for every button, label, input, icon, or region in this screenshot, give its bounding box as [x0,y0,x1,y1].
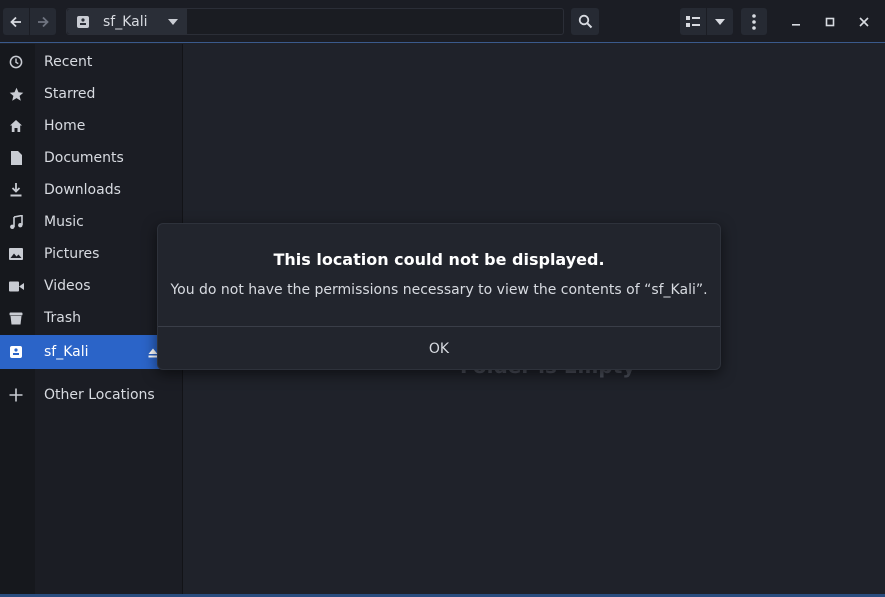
sidebar-item-label: Documents [44,150,124,166]
sidebar-item-label: Videos [44,278,91,294]
arrow-left-icon [10,16,21,27]
sidebar-item-trash[interactable]: Trash [0,302,183,334]
kebab-menu-icon [752,13,756,30]
sidebar-item-downloads[interactable]: Downloads [0,174,183,206]
sidebar-item-recent[interactable]: Recent [0,46,183,78]
clock-icon [8,54,24,70]
close-icon [859,17,869,27]
sidebar-item-label: sf_Kali [44,344,89,360]
video-icon [8,278,24,294]
sidebar-item-label: Downloads [44,182,121,198]
path-segment[interactable]: sf_Kali [67,9,187,34]
sidebar-item-sf-kali[interactable]: sf_Kali [0,335,160,369]
caret-down-icon[interactable] [168,18,178,26]
view-options-button[interactable] [707,8,733,35]
header-bar: sf_Kali [0,0,885,43]
path-bar: sf_Kali [66,8,564,35]
sidebar-item-label: Music [44,214,84,230]
sidebar-item-pictures[interactable]: Pictures [0,238,183,270]
list-view-icon [686,15,700,27]
view-toggle-button[interactable] [680,8,706,35]
minimize-button[interactable] [786,12,806,32]
sidebar-item-documents[interactable]: Documents [0,142,183,174]
search-icon [578,14,592,29]
sidebar-item-label: Pictures [44,246,100,262]
path-label: sf_Kali [103,13,148,30]
trash-icon [8,310,24,326]
forward-button[interactable] [30,8,56,35]
music-icon [8,214,24,230]
star-icon [8,86,24,102]
home-icon [8,118,24,134]
sidebar-item-starred[interactable]: Starred [0,78,183,110]
sidebar-item-label: Starred [44,86,96,102]
sidebar-item-label: Trash [44,310,81,326]
sidebar: Recent Starred Home Documents Downloads … [0,44,183,597]
caret-down-icon [715,18,725,25]
document-icon [8,150,24,166]
dialog-message: You do not have the permissions necessar… [170,282,708,298]
plus-icon [8,387,24,403]
sidebar-item-videos[interactable]: Videos [0,270,183,302]
sidebar-item-label: Other Locations [44,387,155,403]
search-button[interactable] [571,8,599,35]
back-button[interactable] [3,8,29,35]
arrow-right-icon [38,16,49,27]
picture-icon [8,246,24,262]
drive-icon [77,15,89,28]
drive-icon [8,344,24,360]
sidebar-item-label: Home [44,118,86,134]
sidebar-item-music[interactable]: Music [0,206,183,238]
maximize-icon [825,17,835,27]
sidebar-item-label: Recent [44,54,93,70]
minimize-icon [792,24,800,26]
sidebar-item-home[interactable]: Home [0,110,183,142]
dialog-title: This location could not be displayed. [273,250,605,269]
sidebar-item-other-locations[interactable]: Other Locations [0,379,183,411]
error-dialog: This location could not be displayed. Yo… [157,223,721,370]
close-button[interactable] [854,12,874,32]
main-menu-button[interactable] [741,8,767,35]
download-icon [8,182,24,198]
maximize-button[interactable] [820,12,840,32]
ok-button[interactable]: OK [158,327,720,369]
